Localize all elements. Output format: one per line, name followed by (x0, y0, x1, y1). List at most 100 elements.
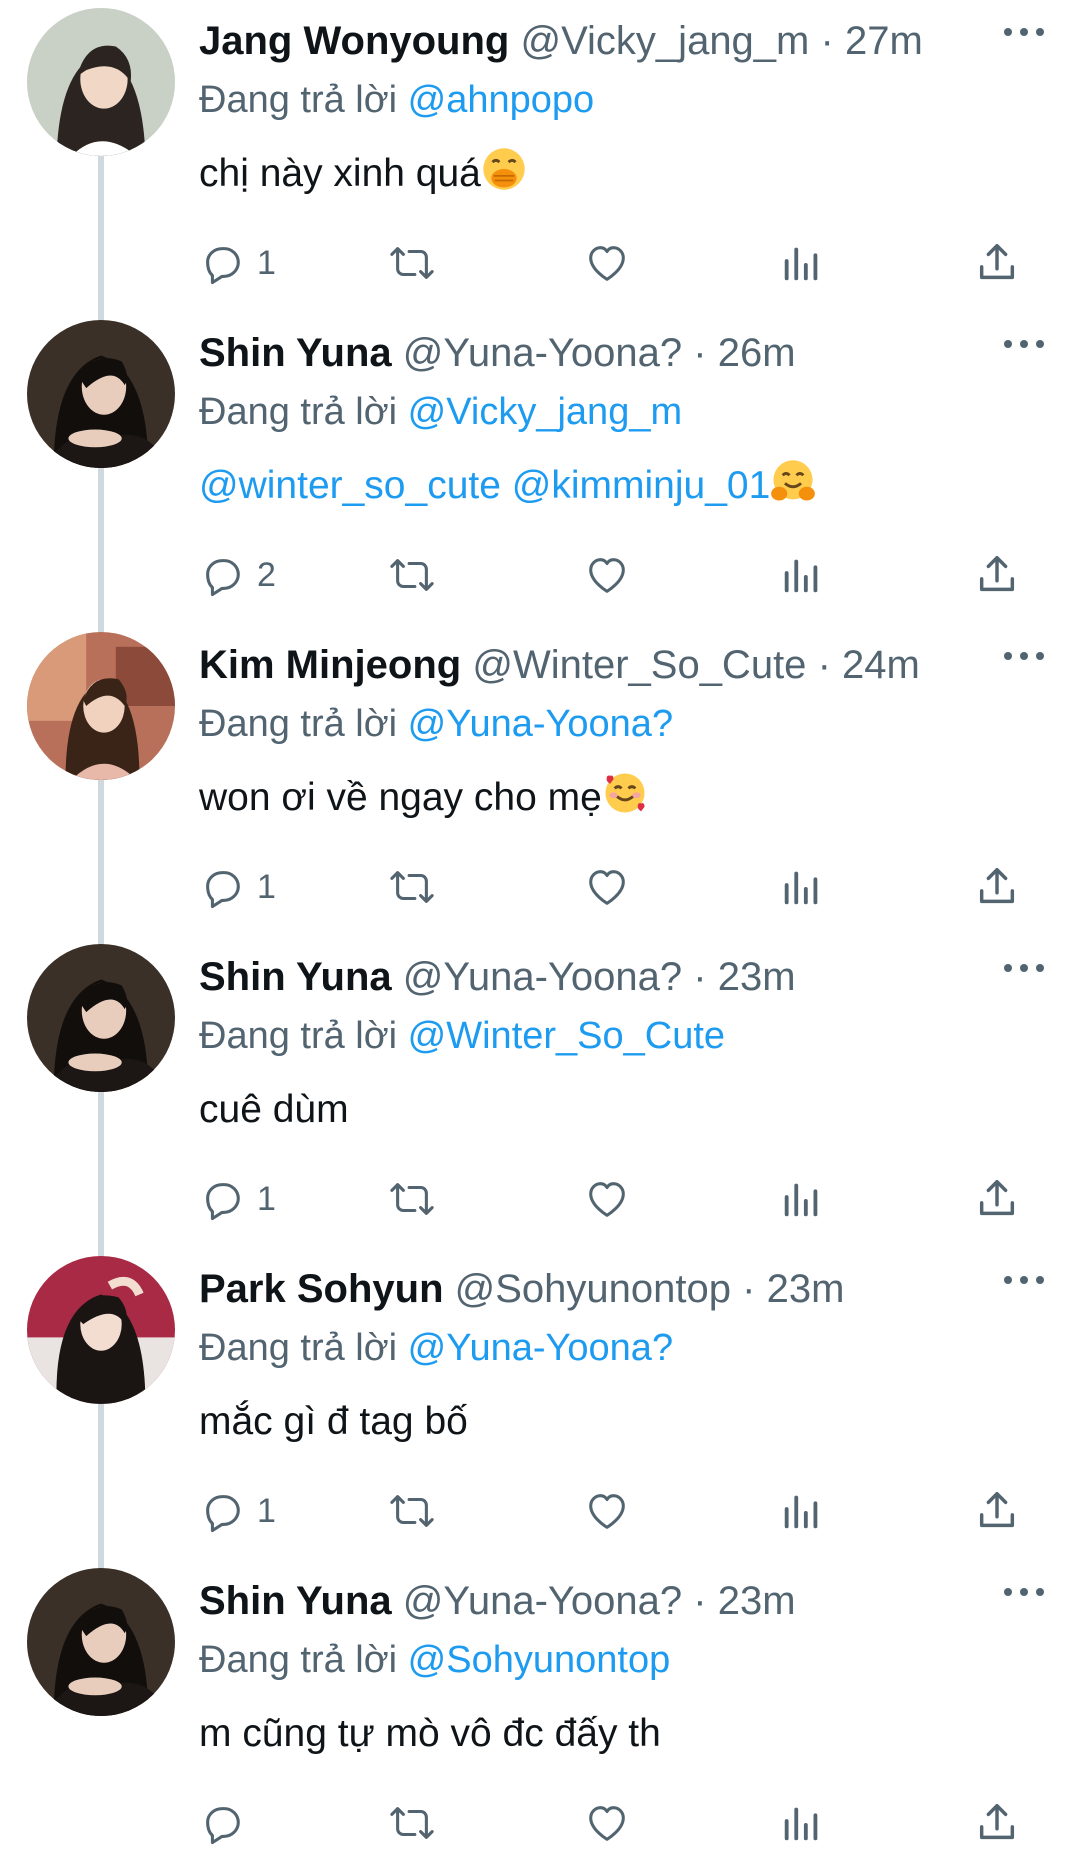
more-options-icon[interactable] (1002, 334, 1046, 354)
avatar[interactable] (27, 1568, 175, 1716)
retweet-button[interactable] (389, 857, 435, 917)
user-handle[interactable]: @Sohyunontop (455, 1267, 731, 1311)
tweet-text: m cũng tự mò vô đc đấy th (199, 1704, 1058, 1764)
like-button[interactable] (584, 1169, 630, 1229)
replying-to: Đang trả lời @Winter_So_Cute (199, 1010, 1058, 1062)
display-name[interactable]: Shin Yuna (199, 955, 392, 999)
retweet-button[interactable] (389, 1481, 435, 1541)
tweet-actions: 1 (199, 1481, 1059, 1541)
thread-connector-line (98, 152, 104, 322)
tweet-actions: 1 (199, 233, 1059, 293)
like-button[interactable] (584, 233, 630, 293)
share-button[interactable] (974, 233, 1020, 293)
analytics-bars-icon (784, 247, 818, 281)
user-handle[interactable]: @Winter_So_Cute (472, 643, 806, 687)
tweet-header: Kim Minjeong @Winter_So_Cute · 24m (199, 632, 1058, 698)
like-button[interactable] (584, 857, 630, 917)
heart-icon (589, 1806, 625, 1841)
replying-to-mention[interactable]: @Vicky_jang_m (408, 391, 682, 433)
tweet-header: Shin Yuna @Yuna-Yoona? · 26m (199, 320, 1058, 386)
replying-to-mention[interactable]: @Yuna-Yoona? (408, 703, 673, 745)
views-button[interactable] (779, 233, 825, 293)
replying-to-mention[interactable]: @Yuna-Yoona? (408, 1327, 673, 1369)
reply-count: 1 (257, 867, 276, 906)
display-name[interactable]: Kim Minjeong (199, 643, 461, 687)
heart-icon (589, 1182, 625, 1217)
share-button[interactable] (974, 545, 1020, 605)
avatar[interactable] (27, 632, 175, 780)
tweet[interactable]: Shin Yuna @Yuna-Yoona? · 26m Đang trả lờ… (0, 312, 1078, 634)
tweet-text-content: cuê dùm (199, 1088, 349, 1131)
analytics-bars-icon (784, 1807, 818, 1841)
replying-to: Đang trả lời @ahnpopo (199, 74, 1058, 126)
smiling-face-with-hearts-icon (605, 773, 645, 813)
thread-connector-line (98, 1088, 104, 1258)
avatar[interactable] (27, 944, 175, 1092)
timestamp[interactable]: 24m (842, 643, 920, 687)
user-handle[interactable]: @Vicky_jang_m (520, 19, 809, 63)
avatar[interactable] (27, 8, 175, 156)
reply-icon (206, 1807, 240, 1845)
hugging-face-icon (771, 460, 816, 501)
tweet-text: chị này xinh quá (199, 144, 1058, 204)
share-button[interactable] (974, 1481, 1020, 1541)
user-handle[interactable]: @Yuna-Yoona? (403, 955, 682, 999)
reply-icon (206, 247, 240, 285)
views-button[interactable] (779, 857, 825, 917)
tweet[interactable]: Shin Yuna @Yuna-Yoona? · 23m Đang trả lờ… (0, 1560, 1078, 1845)
timestamp[interactable]: 27m (845, 19, 923, 63)
timestamp[interactable]: 23m (767, 1267, 845, 1311)
tweet-text: cuê dùm (199, 1080, 1058, 1140)
reply-button[interactable] (199, 1793, 257, 1853)
timestamp[interactable]: 23m (718, 955, 796, 999)
reply-button[interactable]: 1 (199, 857, 276, 917)
more-options-icon[interactable] (1002, 958, 1046, 978)
display-name[interactable]: Shin Yuna (199, 331, 392, 375)
retweet-button[interactable] (389, 1793, 435, 1853)
replying-to: Đang trả lời @Sohyunontop (199, 1634, 1058, 1686)
replying-to-mention[interactable]: @Sohyunontop (408, 1639, 671, 1681)
share-button[interactable] (974, 1169, 1020, 1229)
tweet[interactable]: Shin Yuna @Yuna-Yoona? · 23m Đang trả lờ… (0, 936, 1078, 1258)
replying-to-mention[interactable]: @Winter_So_Cute (408, 1015, 725, 1057)
replying-to-mention[interactable]: @ahnpopo (408, 79, 595, 121)
retweet-button[interactable] (389, 545, 435, 605)
avatar-photo (27, 8, 175, 156)
more-options-icon[interactable] (1002, 22, 1046, 42)
reply-button[interactable]: 1 (199, 1169, 276, 1229)
like-button[interactable] (584, 545, 630, 605)
tweet[interactable]: Kim Minjeong @Winter_So_Cute · 24m Đang … (0, 624, 1078, 946)
tweet-mention[interactable]: @winter_so_cute (199, 464, 501, 507)
timestamp[interactable]: 23m (718, 1579, 796, 1623)
display-name[interactable]: Park Sohyun (199, 1267, 444, 1311)
reply-button[interactable]: 1 (199, 1481, 276, 1541)
timestamp[interactable]: 26m (718, 331, 796, 375)
tweet-mention[interactable]: @kimminju_01 (512, 464, 771, 507)
views-button[interactable] (779, 1481, 825, 1541)
more-options-icon[interactable] (1002, 1270, 1046, 1290)
share-button[interactable] (974, 1793, 1020, 1853)
retweet-button[interactable] (389, 233, 435, 293)
avatar[interactable] (27, 1256, 175, 1404)
more-options-icon[interactable] (1002, 1582, 1046, 1602)
views-button[interactable] (779, 1793, 825, 1853)
more-options-icon[interactable] (1002, 646, 1046, 666)
views-button[interactable] (779, 1169, 825, 1229)
tweet[interactable]: Jang Wonyoung @Vicky_jang_m · 27m Đang t… (0, 0, 1078, 322)
heart-icon (589, 246, 625, 281)
avatar[interactable] (27, 320, 175, 468)
user-handle[interactable]: @Yuna-Yoona? (403, 1579, 682, 1623)
like-button[interactable] (584, 1481, 630, 1541)
like-button[interactable] (584, 1793, 630, 1853)
display-name[interactable]: Shin Yuna (199, 1579, 392, 1623)
reply-button[interactable]: 2 (199, 545, 276, 605)
tweet[interactable]: Park Sohyun @Sohyunontop · 23m Đang trả … (0, 1248, 1078, 1570)
share-button[interactable] (974, 857, 1020, 917)
user-handle[interactable]: @Yuna-Yoona? (403, 331, 682, 375)
reply-icon (206, 559, 240, 597)
views-button[interactable] (779, 545, 825, 605)
share-upload-icon (979, 1180, 1015, 1216)
reply-button[interactable]: 1 (199, 233, 276, 293)
display-name[interactable]: Jang Wonyoung (199, 19, 509, 63)
retweet-button[interactable] (389, 1169, 435, 1229)
